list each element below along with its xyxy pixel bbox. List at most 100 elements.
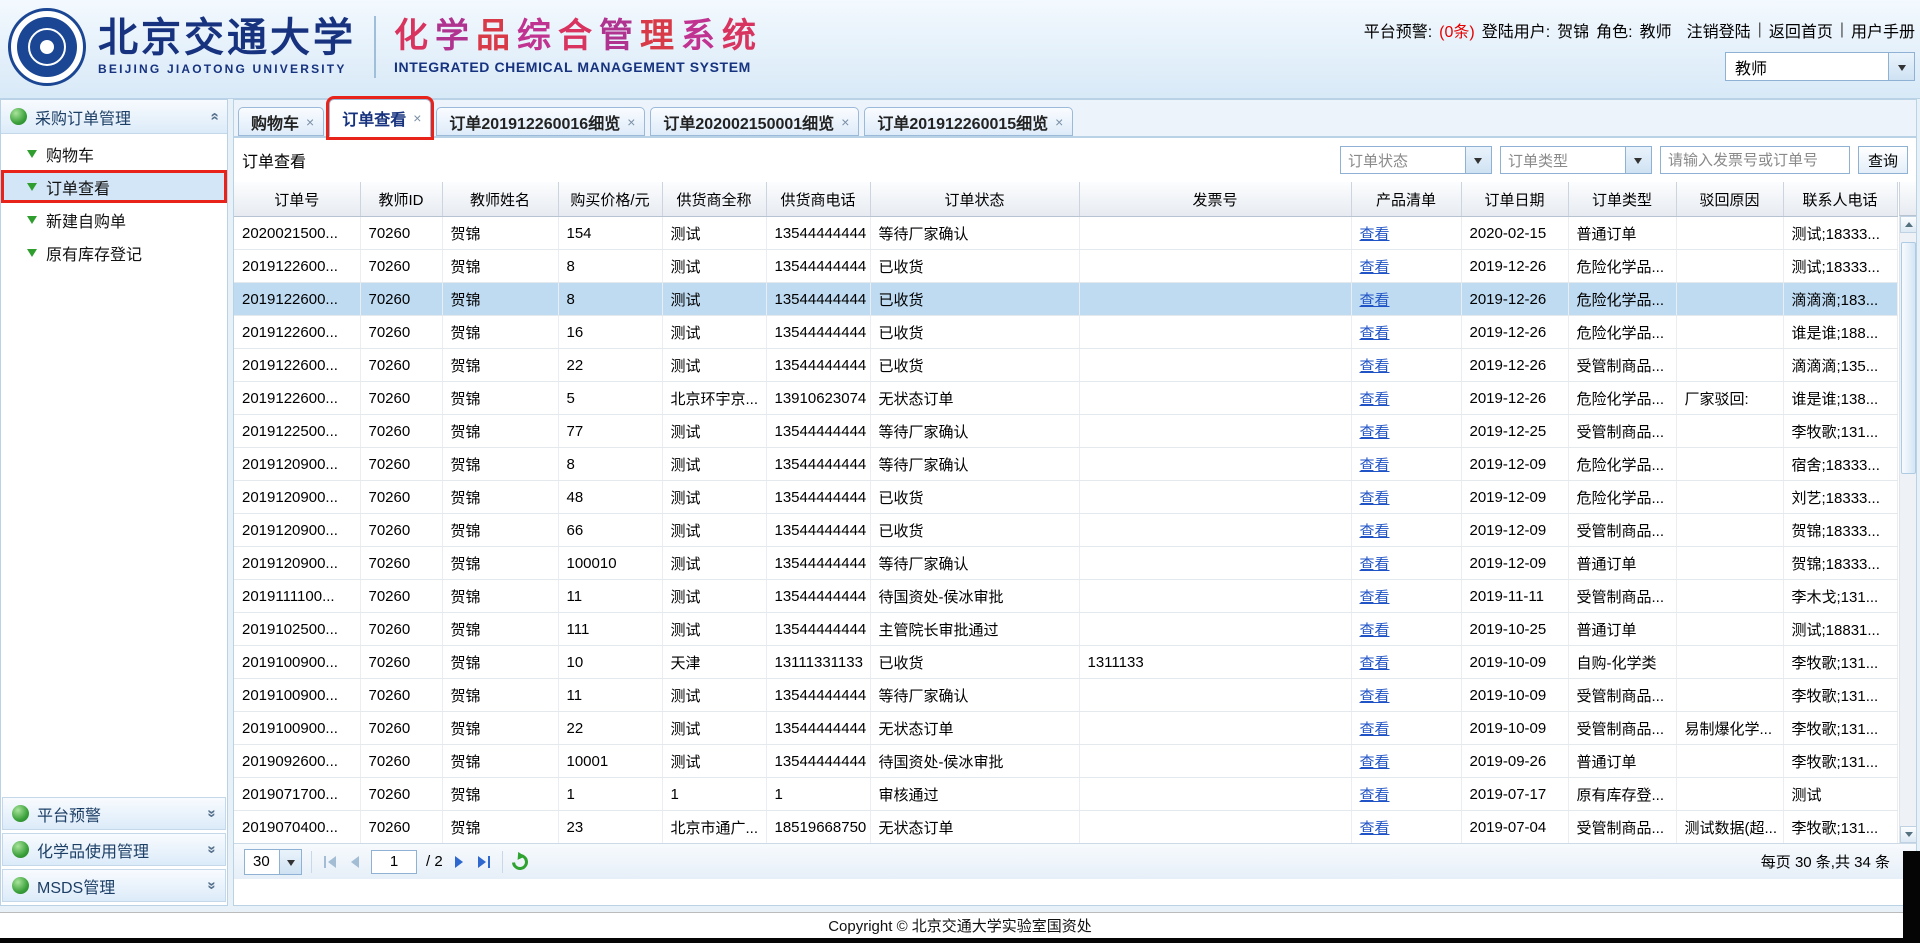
view-product-list-link[interactable]: 查看 <box>1360 556 1390 573</box>
sidebar-section-platform-alert[interactable]: 平台预警» <box>2 797 226 830</box>
invoice-search-input[interactable] <box>1660 146 1850 174</box>
sidebar-section-chemical-usage-management[interactable]: 化学品使用管理» <box>2 833 226 866</box>
prev-page-button[interactable] <box>348 856 362 868</box>
column-header-order-no[interactable]: 订单号 <box>234 182 360 217</box>
table-row[interactable]: 2019120900...70260贺锦48测试13544444444已收货查看… <box>234 481 1897 514</box>
column-header-order-status[interactable]: 订单状态 <box>870 182 1079 217</box>
page-size-select[interactable]: 30 <box>244 849 302 875</box>
tab-cart[interactable]: 购物车× <box>238 107 324 136</box>
expand-icon[interactable]: » <box>203 845 220 853</box>
refresh-icon[interactable] <box>508 850 531 873</box>
scroll-down-button[interactable] <box>1900 826 1917 843</box>
table-row[interactable]: 2019122600...70260贺锦22测试13544444444已收货查看… <box>234 349 1897 382</box>
scrollbar-track[interactable] <box>1899 216 1916 843</box>
chevron-down-icon[interactable] <box>1465 147 1491 173</box>
column-header-order-type[interactable]: 订单类型 <box>1568 182 1676 217</box>
table-row[interactable]: 2019122500...70260贺锦77测试13544444444等待厂家确… <box>234 415 1897 448</box>
collapse-icon[interactable]: » <box>205 112 222 120</box>
expand-icon[interactable]: » <box>203 809 220 817</box>
column-header-supplier-name[interactable]: 供货商全称 <box>662 182 766 217</box>
view-product-list-link[interactable]: 查看 <box>1360 490 1390 507</box>
column-header-reject-reason[interactable]: 驳回原因 <box>1676 182 1783 217</box>
table-row[interactable]: 2019122600...70260贺锦16测试13544444444已收货查看… <box>234 316 1897 349</box>
table-row[interactable]: 2019122600...70260贺锦5北京环宇京...13910623074… <box>234 382 1897 415</box>
view-product-list-link[interactable]: 查看 <box>1360 325 1390 342</box>
sidebar-item-new-self-purchase[interactable]: 新建自购单 <box>1 203 227 236</box>
view-product-list-link[interactable]: 查看 <box>1360 259 1390 276</box>
table-row[interactable]: 2019120900...70260贺锦66测试13544444444已收货查看… <box>234 514 1897 547</box>
view-product-list-link[interactable]: 查看 <box>1360 820 1390 837</box>
column-header-supplier-phone[interactable]: 供货商电话 <box>766 182 870 217</box>
tab-order-201912260016-detail[interactable]: 订单201912260016细览× <box>436 107 645 136</box>
expand-icon[interactable]: » <box>203 881 220 889</box>
view-product-list-link[interactable]: 查看 <box>1360 226 1390 243</box>
tab-order-201912260015-detail[interactable]: 订单201912260015细览× <box>864 107 1073 136</box>
column-header-order-date[interactable]: 订单日期 <box>1461 182 1568 217</box>
cell-supplier-phone: 13544444444 <box>766 415 870 448</box>
table-row[interactable]: 2019070400...70260贺锦23北京市通广...1851966875… <box>234 811 1897 844</box>
order-status-select[interactable]: 订单状态 <box>1340 146 1492 174</box>
first-page-button[interactable] <box>321 856 339 868</box>
table-row[interactable]: 2019100900...70260贺锦11测试13544444444等待厂家确… <box>234 679 1897 712</box>
chevron-down-icon[interactable] <box>1625 147 1651 173</box>
vertical-scrollbar[interactable] <box>1899 182 1916 843</box>
view-product-list-link[interactable]: 查看 <box>1360 424 1390 441</box>
view-product-list-link[interactable]: 查看 <box>1360 655 1390 672</box>
sidebar-item-order-view[interactable]: 订单查看 <box>1 170 227 203</box>
table-row[interactable]: 2019120900...70260贺锦100010测试13544444444等… <box>234 547 1897 580</box>
logout-link[interactable]: 注销登陆 <box>1687 18 1751 42</box>
table-row[interactable]: 2020021500...70260贺锦154测试13544444444等待厂家… <box>234 217 1897 250</box>
table-row[interactable]: 2019120900...70260贺锦8测试13544444444等待厂家确认… <box>234 448 1897 481</box>
table-row[interactable]: 2019122600...70260贺锦8测试13544444444已收货查看2… <box>234 250 1897 283</box>
table-row[interactable]: 2019102500...70260贺锦111测试13544444444主管院长… <box>234 613 1897 646</box>
view-product-list-link[interactable]: 查看 <box>1360 292 1390 309</box>
view-product-list-link[interactable]: 查看 <box>1360 589 1390 606</box>
chevron-down-icon[interactable] <box>1888 53 1914 80</box>
sidebar-item-existing-inventory-register[interactable]: 原有库存登记 <box>1 236 227 269</box>
view-product-list-link[interactable]: 查看 <box>1360 787 1390 804</box>
column-header-purchase-price[interactable]: 购买价格/元 <box>558 182 662 217</box>
home-link[interactable]: 返回首页 <box>1769 18 1833 42</box>
scroll-up-button[interactable] <box>1900 216 1917 233</box>
view-product-list-link[interactable]: 查看 <box>1360 523 1390 540</box>
next-page-button[interactable] <box>452 856 466 868</box>
column-header-product-list[interactable]: 产品清单 <box>1351 182 1461 217</box>
tab-order-202002150001-detail[interactable]: 订单202002150001细览× <box>650 107 859 136</box>
table-row[interactable]: 2019092600...70260贺锦10001测试13544444444待国… <box>234 745 1897 778</box>
table-row[interactable]: 2019100900...70260贺锦22测试13544444444无状态订单… <box>234 712 1897 745</box>
close-icon[interactable]: × <box>306 114 314 130</box>
column-header-teacher-id[interactable]: 教师ID <box>360 182 442 217</box>
cell-invoice-no <box>1079 745 1351 778</box>
close-icon[interactable]: × <box>1055 114 1063 130</box>
sidebar-section-msds-management[interactable]: MSDS管理» <box>2 869 226 902</box>
scrollbar-thumb[interactable] <box>1901 242 1916 474</box>
table-row[interactable]: 2019100900...70260贺锦10天津13111331133已收货13… <box>234 646 1897 679</box>
view-product-list-link[interactable]: 查看 <box>1360 754 1390 771</box>
close-icon[interactable]: × <box>627 114 635 130</box>
search-button[interactable]: 查询 <box>1858 146 1908 174</box>
last-page-button[interactable] <box>475 856 493 868</box>
chevron-down-icon[interactable] <box>279 850 301 874</box>
close-icon[interactable]: × <box>841 114 849 130</box>
view-product-list-link[interactable]: 查看 <box>1360 457 1390 474</box>
manual-link[interactable]: 用户手册 <box>1851 18 1915 42</box>
close-icon[interactable]: × <box>413 110 421 126</box>
sidebar-item-cart[interactable]: 购物车 <box>1 137 227 170</box>
view-product-list-link[interactable]: 查看 <box>1360 358 1390 375</box>
tab-order-view[interactable]: 订单查看× <box>329 99 431 137</box>
view-product-list-link[interactable]: 查看 <box>1360 688 1390 705</box>
table-row[interactable]: 2019071700...70260贺锦111审核通过查看2019-07-17原… <box>234 778 1897 811</box>
column-header-teacher-name[interactable]: 教师姓名 <box>442 182 558 217</box>
column-header-invoice-no[interactable]: 发票号 <box>1079 182 1351 217</box>
platform-alert-count[interactable]: (0条) <box>1439 18 1475 42</box>
view-product-list-link[interactable]: 查看 <box>1360 622 1390 639</box>
table-row[interactable]: 2019122600...70260贺锦8测试13544444444已收货查看2… <box>234 283 1897 316</box>
order-type-select[interactable]: 订单类型 <box>1500 146 1652 174</box>
view-product-list-link[interactable]: 查看 <box>1360 721 1390 738</box>
role-select[interactable]: 教师 <box>1725 52 1915 81</box>
current-page-input[interactable] <box>371 850 417 874</box>
column-header-contact-phone[interactable]: 联系人电话 <box>1783 182 1897 217</box>
table-row[interactable]: 2019111100...70260贺锦11测试13544444444待国资处-… <box>234 580 1897 613</box>
sidebar-section-purchase-order-management[interactable]: 采购订单管理 » <box>1 100 227 134</box>
view-product-list-link[interactable]: 查看 <box>1360 391 1390 408</box>
